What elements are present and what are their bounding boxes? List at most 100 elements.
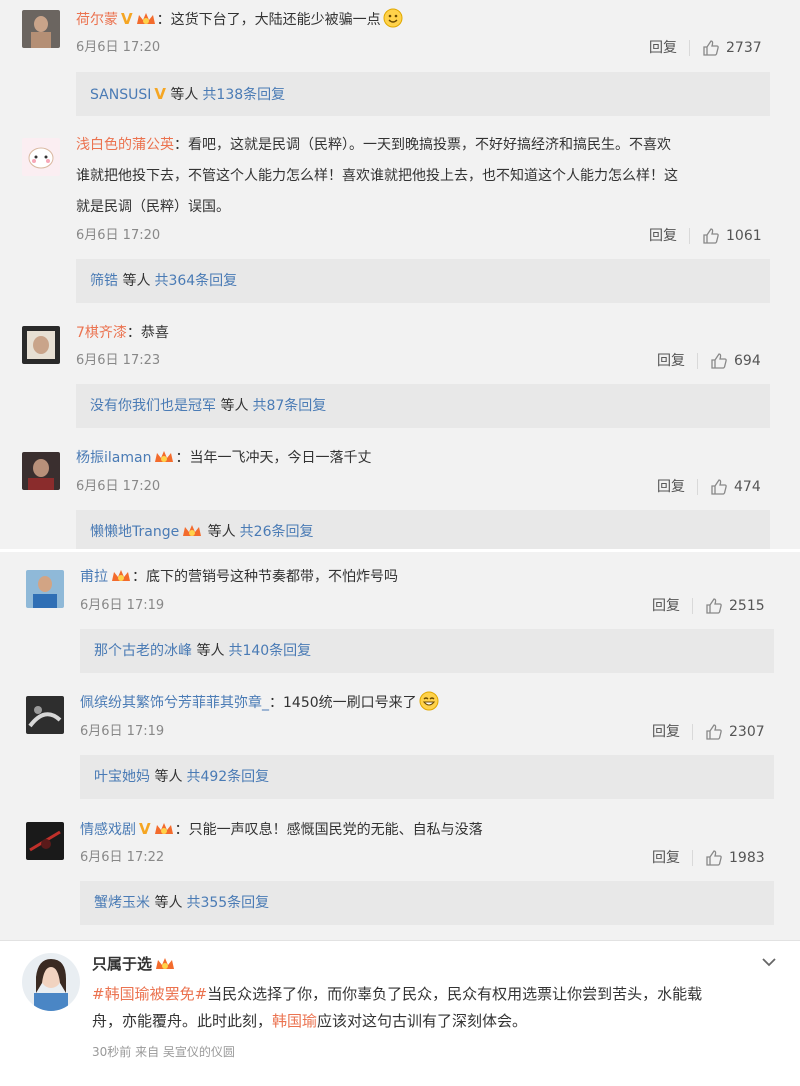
reply-summary[interactable]: 懒懒地Trange 等人 共26条回复 [76,510,770,554]
comment-text: ：当年一飞冲天，今日一落千丈 [175,450,372,466]
comment-text: ：底下的营销号这种节奏都带，不怕炸号吗 [132,569,398,585]
avatar[interactable] [22,10,60,48]
reply-button[interactable]: 回复 [652,722,680,742]
comment-time: 6月6日 17:23 [76,353,161,368]
thumbs-up-icon[interactable] [705,723,723,741]
comment-time: 6月6日 17:20 [76,40,161,55]
member-crown-icon [136,13,155,24]
like-count: 2515 [729,598,765,614]
comments-panel-middle: 甫拉 ：底下的营销号这种节奏都带，不怕炸号吗 6月6日 17:19 回复 2515… [0,552,800,940]
verified-v-icon: V [121,10,133,28]
comment-text-line: 谁就把他投下去，不管这个人能力怎么样！喜欢谁就把他投上去，也不知道这个人能力怎么… [76,168,678,184]
member-crown-icon [154,823,173,834]
post-username[interactable]: 只属于选 [92,955,152,973]
comment-username[interactable]: 情感戏剧 [80,822,136,838]
reply-summary[interactable]: 叶宝她妈 等人 共492条回复 [80,755,774,799]
reply-button[interactable]: 回复 [652,848,680,868]
reply-summary[interactable]: SANSUSI V 等人 共138条回复 [76,72,770,116]
member-crown-icon [112,570,130,581]
thumbs-up-icon[interactable] [705,849,723,867]
reply-count[interactable]: 共140条回复 [228,643,311,659]
smile-emoji-icon [383,8,403,28]
comment-username[interactable]: 荷尔蒙 [76,12,118,28]
reply-count[interactable]: 共138条回复 [202,87,285,103]
thumbs-up-icon[interactable] [710,478,728,496]
thumbs-up-icon[interactable] [702,39,720,57]
like-count: 474 [734,479,761,495]
reply-summary[interactable]: 蟹烤玉米 等人 共355条回复 [80,881,774,925]
comment-time: 6月6日 17:19 [80,724,165,739]
avatar[interactable] [22,953,80,1011]
like-count: 1983 [729,850,765,866]
member-crown-icon [183,525,202,536]
comment-username[interactable]: 浅白色的蒲公英 [76,137,174,153]
comment-username[interactable]: 甫拉 [80,569,108,585]
verified-v-icon: V [139,820,151,838]
comment-text: ：恭喜 [126,325,169,341]
reply-count[interactable]: 共492条回复 [186,769,269,785]
avatar[interactable] [22,138,60,176]
mention-link[interactable]: 韩国瑜 [272,1012,317,1030]
post-text: 当民众选择了你，而你辜负了民众，民众有权用选票让你尝到苦头，水能载 [207,985,703,1003]
post-body: #韩国瑜被罢免#当民众选择了你，而你辜负了民众，民众有权用选票让你尝到苦头，水能… [92,981,762,1035]
comment-username[interactable]: 7棋齐漆 [76,325,127,341]
like-count: 2737 [726,40,762,56]
thumbs-up-icon[interactable] [710,352,728,370]
reply-username[interactable]: SANSUSI [90,87,151,103]
reply-username[interactable]: 没有你我们也是冠军 [90,398,216,414]
divider [697,479,698,495]
reply-and-others: 等人 [170,87,199,103]
verified-v-icon: V [154,85,166,103]
reply-username[interactable]: 筛锆 [90,273,118,289]
reply-summary[interactable]: 筛锆 等人 共364条回复 [76,259,770,303]
reply-username[interactable]: 叶宝她妈 [94,769,150,785]
comment-text: ：看吧，这就是民调（民粹）。一天到晚搞投票，不好好搞经济和搞民生。不喜欢 [174,137,671,153]
reply-button[interactable]: 回复 [657,477,685,497]
post-meta: 30秒前 来自 吴宣仪的仪圆 [92,1045,235,1059]
avatar[interactable] [26,570,64,608]
post-text: 应该对这句古训有了深刻体会。 [317,1012,528,1030]
comment-time: 6月6日 17:19 [80,598,165,613]
thumbs-up-icon[interactable] [705,597,723,615]
divider [692,598,693,614]
weibo-post: 只属于选 #韩国瑜被罢免#当民众选择了你，而你辜负了民众，民众有权用选票让你尝到… [0,940,800,1086]
reply-count[interactable]: 共355条回复 [186,895,269,911]
reply-count[interactable]: 共26条回复 [240,524,314,540]
avatar[interactable] [22,326,60,364]
comment-text-line: 就是民调（民粹）误国。 [76,199,230,215]
reply-and-others: 等人 [154,895,183,911]
comment-time: 6月6日 17:20 [76,228,161,243]
reply-button[interactable]: 回复 [649,226,677,246]
comment-time: 6月6日 17:22 [80,850,165,865]
reply-username[interactable]: 蟹烤玉米 [94,895,150,911]
avatar[interactable] [22,452,60,490]
comment-username[interactable]: 佩缤纷其繁饰兮芳菲菲其弥章_ [80,695,269,711]
like-count: 1061 [726,228,762,244]
thumbs-up-icon[interactable] [702,227,720,245]
comment-username[interactable]: 杨振ilaman [76,450,151,466]
divider [692,724,693,740]
divider [689,40,690,56]
avatar[interactable] [26,696,64,734]
reply-button[interactable]: 回复 [649,38,677,58]
comment-text: ：1450统一刷口号来了 [269,695,417,711]
reply-button[interactable]: 回复 [657,351,685,371]
divider [692,850,693,866]
reply-summary[interactable]: 那个古老的冰峰 等人 共140条回复 [80,629,774,673]
reply-count[interactable]: 共87条回复 [252,398,326,414]
reply-summary[interactable]: 没有你我们也是冠军 等人 共87条回复 [76,384,770,428]
comments-panel-top: 荷尔蒙 V ：这货下台了，大陆还能少被骗一点 6月6日 17:20 回复 2737 … [0,0,800,554]
avatar[interactable] [26,822,64,860]
reply-count[interactable]: 共364条回复 [154,273,237,289]
member-crown-icon [155,451,174,462]
comment-time: 6月6日 17:20 [76,479,161,494]
reply-button[interactable]: 回复 [652,596,680,616]
post-text: 舟，亦能覆舟。此时此刻， [92,1012,273,1030]
divider [697,353,698,369]
reply-username[interactable]: 懒懒地Trange [90,524,179,540]
hashtag-link[interactable]: #韩国瑜被罢免# [92,985,207,1003]
reply-username[interactable]: 那个古老的冰峰 [94,643,192,659]
divider [689,228,690,244]
like-count: 694 [734,353,761,369]
chevron-down-icon[interactable] [760,953,778,971]
